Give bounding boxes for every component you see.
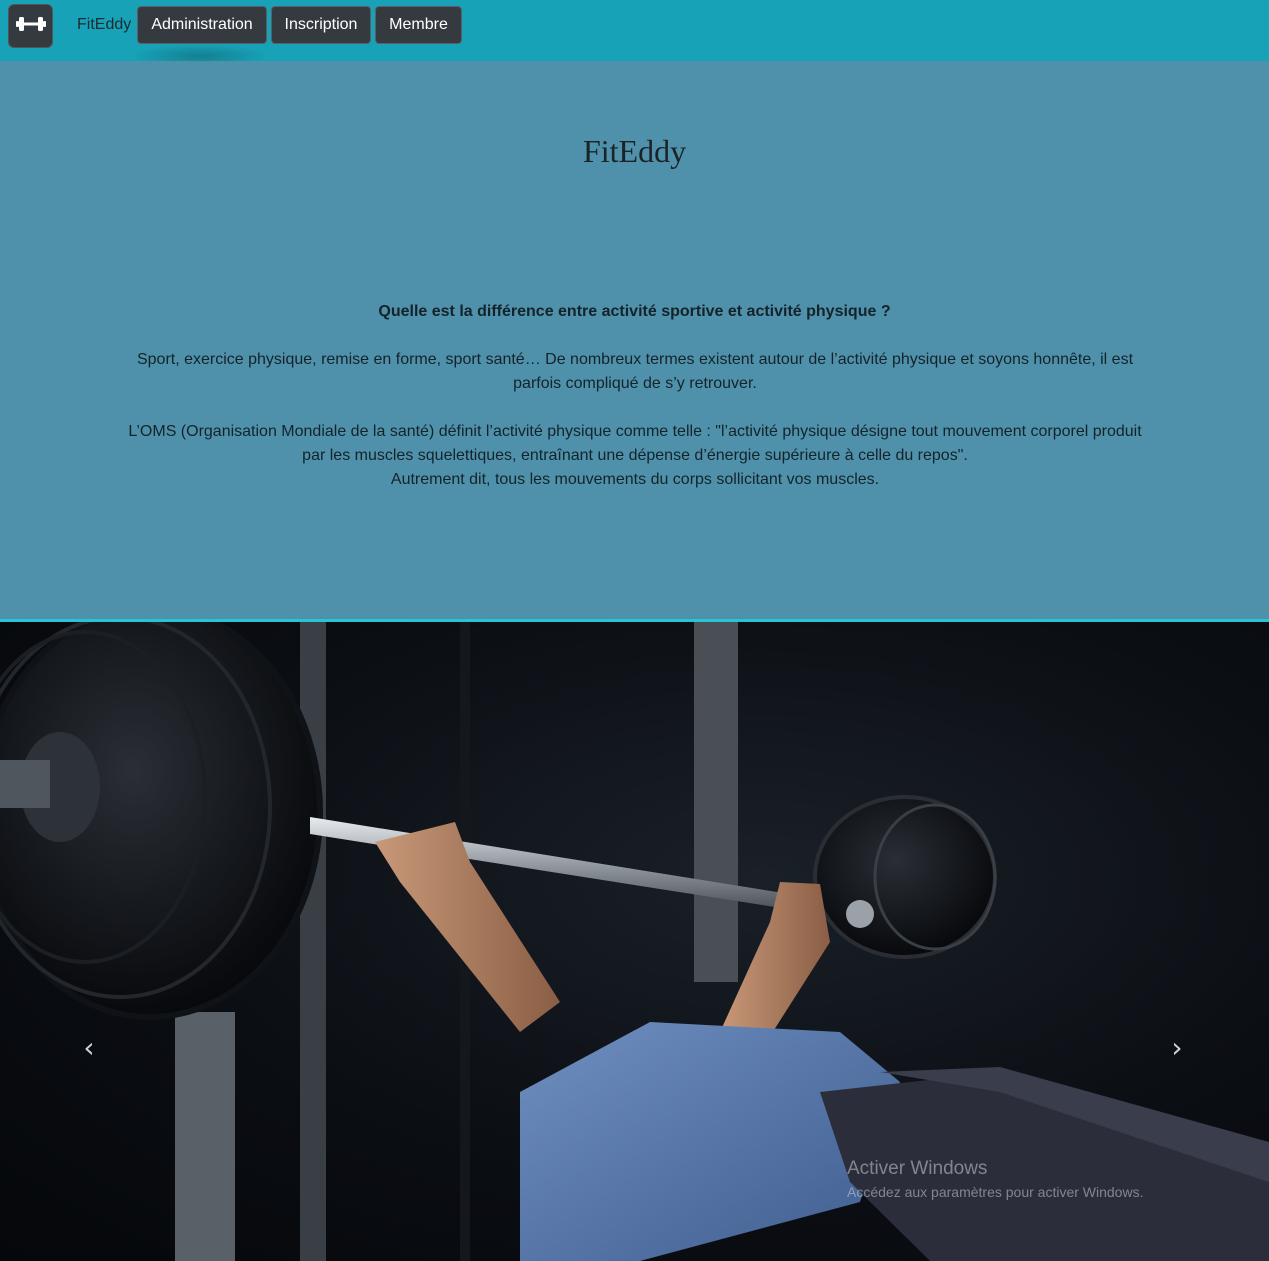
administration-button[interactable]: Administration	[137, 6, 267, 44]
intro-paragraph: Sport, exercice physique, remise en form…	[136, 351, 1134, 392]
oms-paragraph: L’OMS (Organisation Mondiale de la santé…	[115, 420, 1155, 492]
oms-definition: L’OMS (Organisation Mondiale de la santé…	[128, 423, 1142, 464]
chevron-left-icon: ‹	[83, 1030, 95, 1064]
dumbbell-icon	[15, 15, 47, 38]
page-title: FitEddy	[582, 133, 687, 169]
carousel-next-button[interactable]: ›	[1162, 1030, 1192, 1064]
top-navbar: FitEddy Administration Inscription Membr…	[0, 0, 1269, 68]
watermark-subtitle: Accédez aux paramètres pour activer Wind…	[847, 1184, 1144, 1200]
hero-section: FitEddy Quelle est la différence entre a…	[0, 61, 1269, 621]
chevron-right-icon: ›	[1171, 1030, 1183, 1064]
question-heading: Quelle est la différence entre activité …	[378, 303, 891, 320]
logo-button[interactable]	[8, 4, 53, 48]
activation-watermark: Activer Windows Accédez aux paramètres p…	[847, 1158, 1143, 1200]
navbar-brand[interactable]: FitEddy	[77, 16, 131, 34]
inscription-button[interactable]: Inscription	[271, 6, 371, 44]
carousel-prev-button[interactable]: ‹	[74, 1030, 104, 1064]
watermark-title: Activer Windows	[847, 1158, 988, 1179]
membre-button[interactable]: Membre	[375, 6, 462, 44]
oms-summary: Autrement dit, tous les mouvements du co…	[390, 471, 880, 488]
image-carousel[interactable]: ‹ › Activer Windows Accédez aux paramètr…	[0, 622, 1269, 1261]
